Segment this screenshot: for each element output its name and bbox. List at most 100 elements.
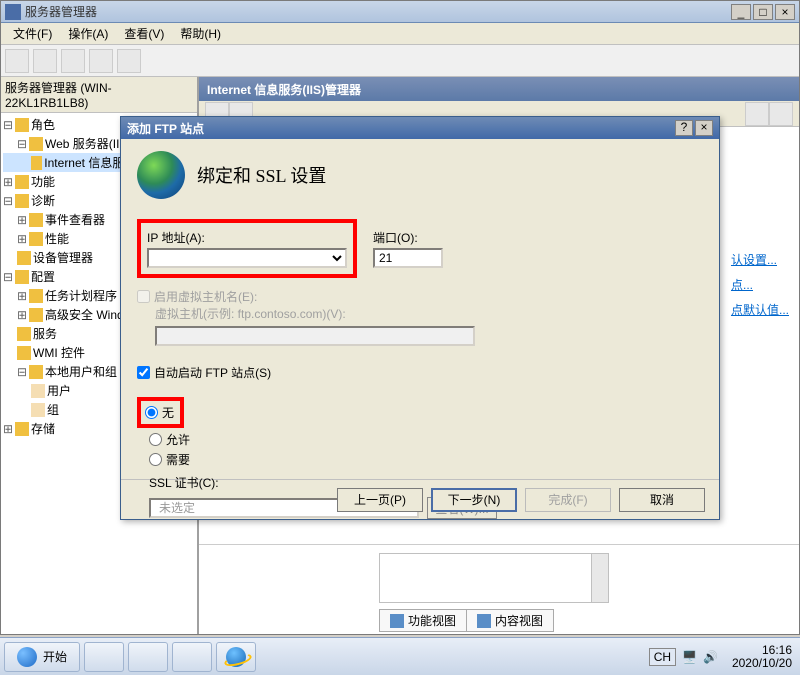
folder-icon <box>31 403 45 417</box>
port-input[interactable] <box>373 248 443 268</box>
taskbar: 开始 CH 🖥️ 🔊 16:16 2020/10/20 <box>0 637 800 675</box>
wmi-icon <box>17 346 31 360</box>
finish-button: 完成(F) <box>525 488 611 512</box>
folder-icon <box>31 384 45 398</box>
task-powershell[interactable] <box>128 642 168 672</box>
link-point[interactable]: 点... <box>731 272 789 297</box>
settings-icon[interactable] <box>745 102 769 126</box>
help-button[interactable]: ? <box>675 120 693 136</box>
tree-config[interactable]: 配置 <box>31 268 55 285</box>
tree-localusers[interactable]: 本地用户和组 <box>45 363 117 380</box>
tree-event[interactable]: 事件查看器 <box>45 211 105 228</box>
tree-root[interactable]: 服务器管理器 (WIN-22KL1RB1LB8) <box>1 77 197 113</box>
tab-feature-view[interactable]: 功能视图 <box>379 609 467 632</box>
vhost-hint: 虚拟主机(示例: ftp.contoso.com)(V): <box>155 305 703 322</box>
iis-bottom-section: 功能视图 内容视图 <box>199 544 799 634</box>
link-default-settings[interactable]: 认设置... <box>731 247 789 272</box>
tray-icon[interactable]: 🖥️ <box>682 650 697 664</box>
menu-file[interactable]: 文件(F) <box>5 23 60 44</box>
system-tray: CH 🖥️ 🔊 16:16 2020/10/20 <box>641 644 800 670</box>
expand-icon[interactable]: ⊞ <box>17 232 27 246</box>
tree-task[interactable]: 任务计划程序 <box>45 287 117 304</box>
cancel-button[interactable]: 取消 <box>619 488 705 512</box>
tab-content-view[interactable]: 内容视图 <box>467 609 554 632</box>
perf-icon <box>29 232 43 246</box>
help-icon[interactable] <box>117 49 141 73</box>
help-icon[interactable] <box>769 102 793 126</box>
start-button[interactable]: 开始 <box>4 642 80 672</box>
enable-vhost-label: 启用虚拟主机名(E): <box>154 288 257 305</box>
menu-view[interactable]: 查看(V) <box>116 23 172 44</box>
expand-icon[interactable]: ⊞ <box>17 213 27 227</box>
close-button[interactable]: × <box>695 120 713 136</box>
tree-devmgr[interactable]: 设备管理器 <box>33 249 93 266</box>
tree-groups[interactable]: 组 <box>47 401 59 418</box>
menu-bar: 文件(F) 操作(A) 查看(V) 帮助(H) <box>1 23 799 45</box>
expand-icon[interactable]: ⊟ <box>17 365 27 379</box>
ip-address-label: IP 地址(A): <box>147 229 347 246</box>
content-icon <box>477 614 491 628</box>
expand-icon[interactable]: ⊞ <box>3 422 13 436</box>
clock-time[interactable]: 16:16 <box>762 644 792 657</box>
task-explorer[interactable] <box>172 642 212 672</box>
web-role-icon <box>29 137 43 151</box>
tree-features[interactable]: 功能 <box>31 173 55 190</box>
storage-icon <box>15 422 29 436</box>
tree-storage[interactable]: 存储 <box>31 420 55 437</box>
ie-icon <box>226 647 246 667</box>
iis-title: Internet 信息服务(IIS)管理器 <box>199 77 799 101</box>
actions-pane: 认设置... 点... 点默认值... <box>731 247 789 322</box>
task-icon <box>29 289 43 303</box>
ip-address-combo[interactable] <box>147 248 347 268</box>
tree-wmi[interactable]: WMI 控件 <box>33 344 85 361</box>
expand-icon[interactable]: ⊟ <box>3 118 13 132</box>
roles-icon <box>15 118 29 132</box>
expand-icon[interactable]: ⊟ <box>17 137 27 151</box>
task-server-manager[interactable] <box>84 642 124 672</box>
next-button[interactable]: 下一步(N) <box>431 488 517 512</box>
tree-web-role[interactable]: Web 服务器(IIS) <box>45 135 131 152</box>
tree-users[interactable]: 用户 <box>47 382 71 399</box>
ssl-require-radio[interactable] <box>149 453 162 466</box>
maximize-button[interactable]: □ <box>753 4 773 20</box>
diag-icon <box>15 194 29 208</box>
task-ie[interactable] <box>216 642 256 672</box>
expand-icon[interactable]: ⊞ <box>17 308 27 322</box>
tray-volume-icon[interactable]: 🔊 <box>703 650 718 664</box>
ssl-allow-radio[interactable] <box>149 433 162 446</box>
tree-svc[interactable]: 服务 <box>33 325 57 342</box>
tree-diag[interactable]: 诊断 <box>31 192 55 209</box>
prev-button[interactable]: 上一页(P) <box>337 488 423 512</box>
scroll-box[interactable] <box>379 553 609 603</box>
ssl-require-label: 需要 <box>166 451 190 468</box>
expand-icon[interactable]: ⊞ <box>17 289 27 303</box>
menu-help[interactable]: 帮助(H) <box>172 23 229 44</box>
app-icon <box>5 4 21 20</box>
ssl-none-radio[interactable] <box>145 406 158 419</box>
enable-vhost-checkbox[interactable] <box>137 290 150 303</box>
expand-icon[interactable]: ⊟ <box>3 270 13 284</box>
feature-icon <box>390 614 404 628</box>
dialog-heading: 绑定和 SSL 设置 <box>197 162 326 188</box>
minimize-button[interactable]: _ <box>731 4 751 20</box>
link-ftp-defaults[interactable]: 点默认值... <box>731 297 789 322</box>
windows-icon <box>17 647 37 667</box>
back-icon[interactable] <box>5 49 29 73</box>
up-icon[interactable] <box>61 49 85 73</box>
refresh-icon[interactable] <box>89 49 113 73</box>
forward-icon[interactable] <box>33 49 57 73</box>
autostart-label: 自动启动 FTP 站点(S) <box>154 364 271 381</box>
iis-icon <box>31 156 42 170</box>
clock-date[interactable]: 2020/10/20 <box>732 657 792 670</box>
expand-icon[interactable]: ⊟ <box>3 194 13 208</box>
ssl-none-label: 无 <box>162 404 174 421</box>
close-button[interactable]: × <box>775 4 795 20</box>
expand-icon[interactable]: ⊞ <box>3 175 13 189</box>
tree-perf[interactable]: 性能 <box>45 230 69 247</box>
language-indicator[interactable]: CH <box>649 648 676 666</box>
tree-roles[interactable]: 角色 <box>31 116 55 133</box>
dialog-title: 添加 FTP 站点 <box>127 120 673 137</box>
window-title: 服务器管理器 <box>25 3 729 20</box>
autostart-checkbox[interactable] <box>137 366 150 379</box>
menu-ops[interactable]: 操作(A) <box>60 23 116 44</box>
